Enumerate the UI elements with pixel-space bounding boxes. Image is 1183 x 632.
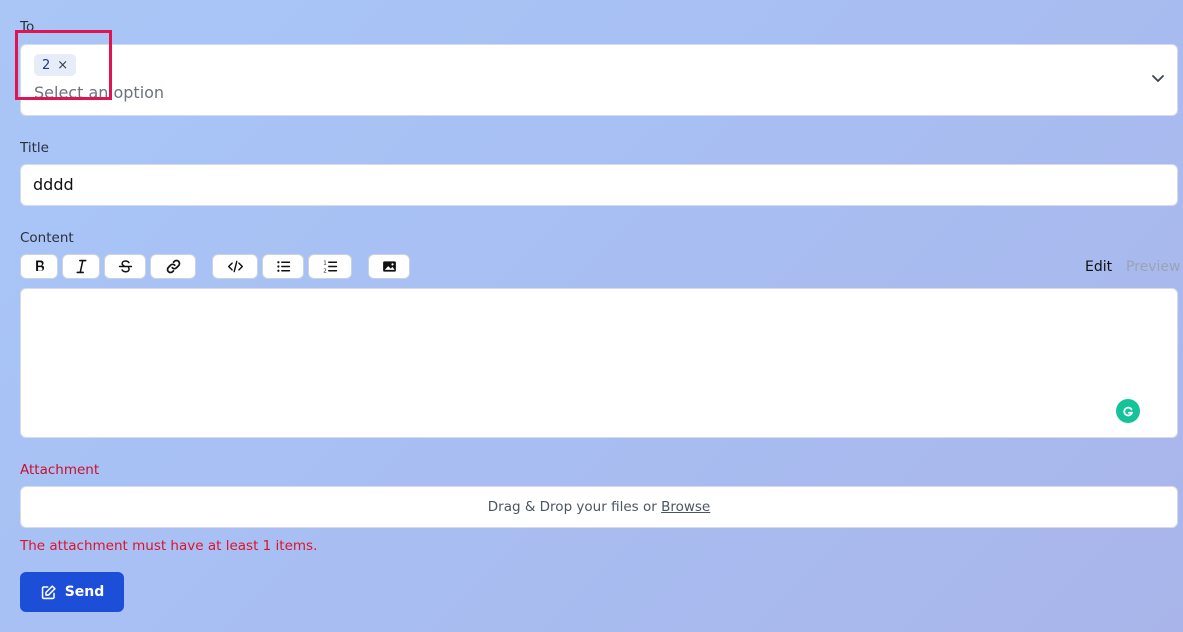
drop-instructions: Drag & Drop your files or (487, 499, 662, 515)
attachment-label: Attachment (20, 462, 100, 478)
grammarly-icon[interactable] (1116, 399, 1140, 423)
attachment-dropzone[interactable]: Drag & Drop your files or Browse (20, 486, 1178, 528)
to-select[interactable]: 2 × Select an option (20, 44, 1178, 116)
code-button[interactable] (212, 254, 258, 279)
title-label: Title (20, 140, 49, 156)
italic-icon (75, 259, 87, 274)
send-button[interactable]: Send (20, 572, 124, 612)
browse-link[interactable]: Browse (661, 499, 710, 515)
send-label: Send (64, 584, 105, 600)
numbered-list-icon: 12 (323, 260, 337, 274)
chip-value: 2 (42, 57, 51, 73)
image-button[interactable] (368, 254, 410, 279)
chevron-down-icon[interactable] (1151, 71, 1165, 85)
attachment-error: The attachment must have at least 1 item… (20, 538, 318, 554)
code-icon (227, 260, 243, 273)
italic-button[interactable] (62, 254, 100, 279)
strikethrough-button[interactable] (104, 254, 146, 279)
preview-tab[interactable]: Preview (1126, 259, 1181, 275)
numbered-list-button[interactable]: 12 (308, 254, 352, 279)
to-label: To (20, 19, 35, 35)
strikethrough-icon (118, 260, 132, 273)
image-icon (382, 261, 396, 272)
title-value: dddd (33, 175, 74, 194)
title-input[interactable]: dddd (20, 164, 1178, 206)
svg-text:2: 2 (323, 268, 327, 274)
content-label: Content (20, 230, 74, 246)
chip-remove-icon[interactable]: × (57, 58, 68, 73)
dropzone-text: Drag & Drop your files or Browse (21, 499, 1177, 515)
link-icon (166, 259, 180, 274)
selected-chip: 2 × (34, 54, 77, 76)
svg-text:1: 1 (323, 260, 327, 266)
bullet-list-icon (276, 261, 290, 272)
bold-icon (35, 260, 44, 272)
content-editor[interactable] (20, 288, 1178, 438)
bold-button[interactable] (20, 254, 58, 279)
edit-icon (41, 584, 56, 599)
link-button[interactable] (150, 254, 196, 279)
bullet-list-button[interactable] (262, 254, 304, 279)
edit-tab[interactable]: Edit (1085, 259, 1112, 275)
to-placeholder: Select an option (34, 83, 165, 102)
